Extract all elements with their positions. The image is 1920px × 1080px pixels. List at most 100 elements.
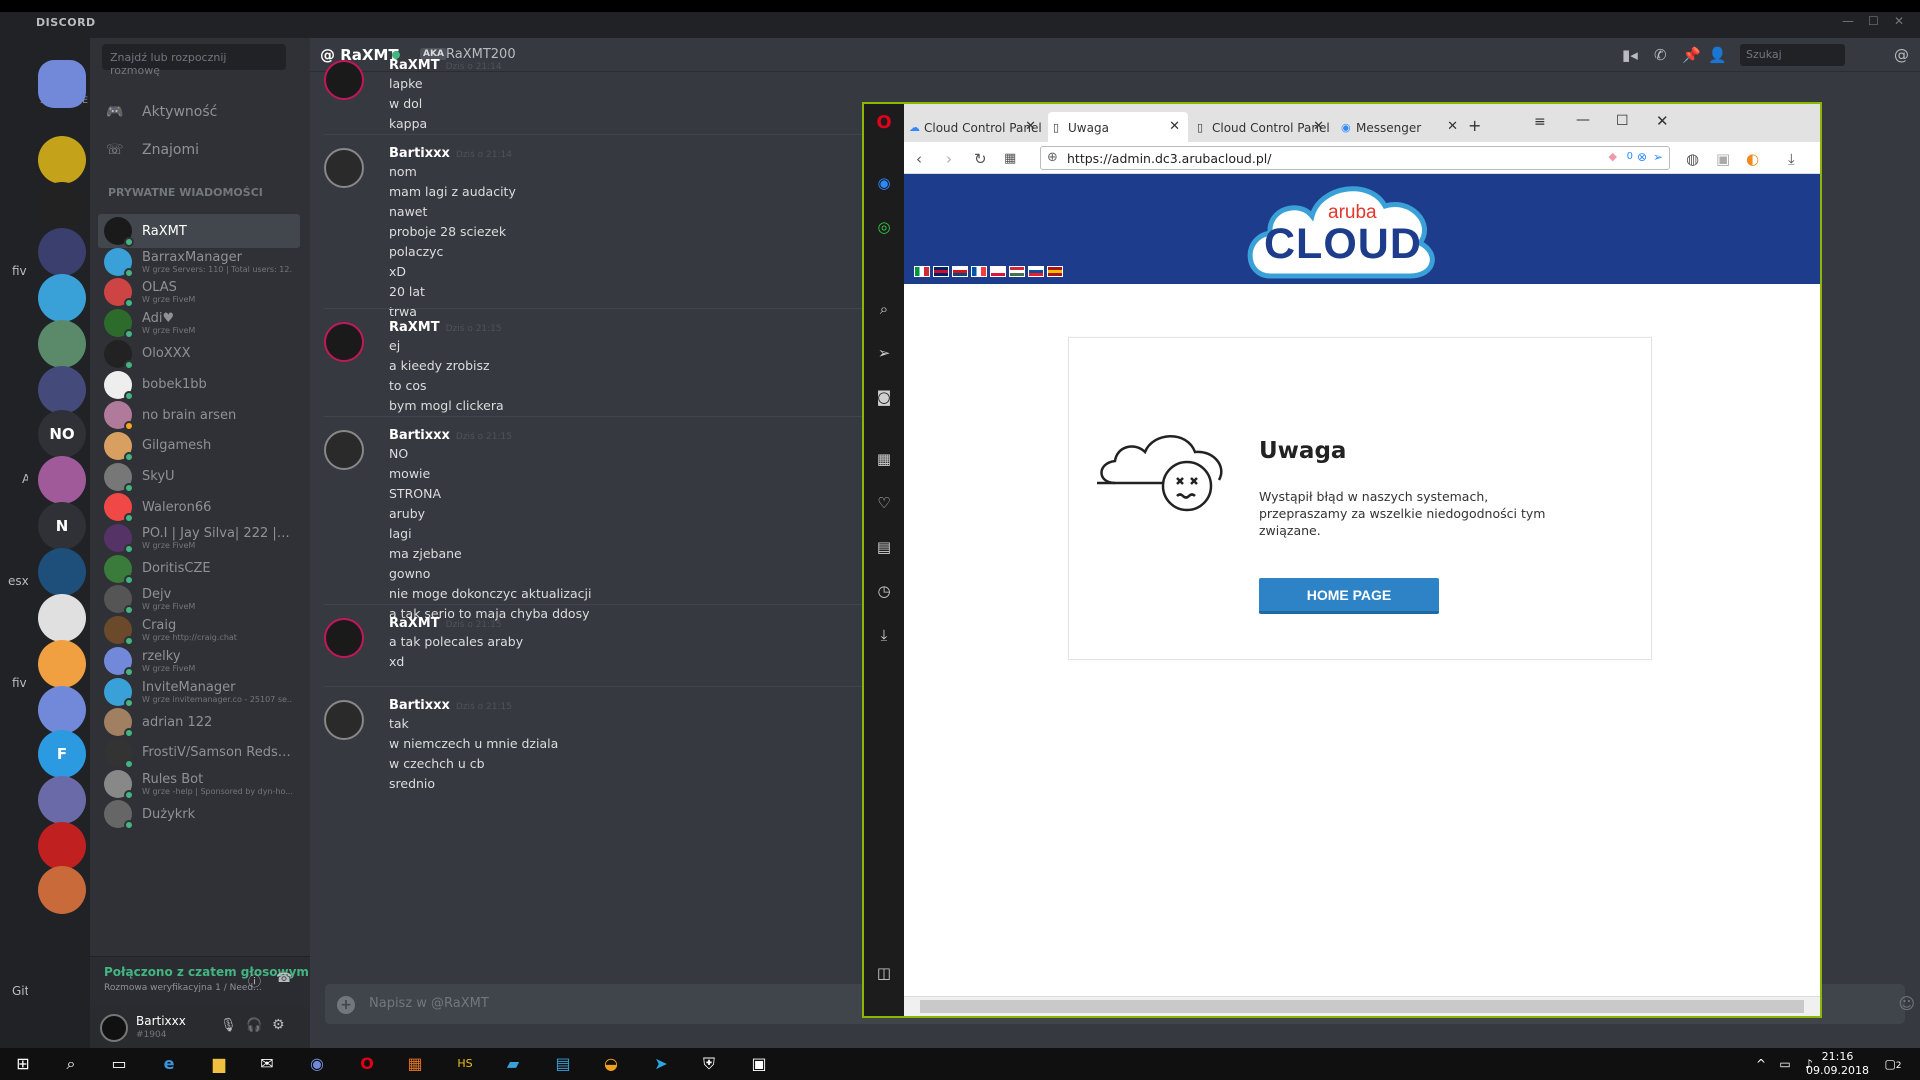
send-icon[interactable]: ➢ bbox=[874, 344, 894, 364]
mention-icon[interactable]: @ bbox=[1894, 46, 1909, 64]
dm-item[interactable]: Gilgamesh bbox=[98, 429, 300, 463]
server-icon[interactable]: NO bbox=[38, 410, 86, 458]
art-server[interactable] bbox=[38, 456, 86, 504]
extension2-icon[interactable]: ▣ bbox=[1716, 150, 1730, 168]
upload-plus-icon[interactable]: + bbox=[337, 996, 355, 1014]
dm-item[interactable]: DoritisCZE bbox=[98, 552, 300, 586]
message-author[interactable]: RaXMT Dziś o 21:14 bbox=[389, 58, 502, 73]
window-maximize-button[interactable]: ☐ bbox=[1616, 113, 1629, 129]
author-name[interactable]: RaXMT bbox=[389, 320, 440, 335]
dm-item[interactable]: Adi♥ W grze FiveM bbox=[98, 306, 300, 340]
emoji-icon[interactable]: ☺ bbox=[1898, 994, 1915, 1013]
speed-dial-icon[interactable]: ▦ bbox=[874, 450, 894, 470]
forward-icon[interactable]: › bbox=[946, 150, 952, 168]
edge-icon[interactable]: e bbox=[158, 1053, 180, 1075]
news-icon[interactable]: ▤ bbox=[874, 538, 894, 558]
opera-taskbar-icon[interactable]: O bbox=[356, 1053, 378, 1075]
robot2-server[interactable] bbox=[38, 776, 86, 824]
add-friend-icon[interactable]: 👤 bbox=[1708, 46, 1727, 64]
heart-icon[interactable]: ♡ bbox=[874, 494, 894, 514]
dm-item[interactable]: OLAS W grze FiveM bbox=[98, 275, 300, 309]
dm-item[interactable]: FrostiV/Samson Redson... bbox=[98, 736, 300, 770]
browser-tab[interactable]: ▯Cloud Control Panel - A✕ bbox=[1192, 112, 1332, 142]
message-avatar[interactable] bbox=[324, 618, 364, 658]
author-name[interactable]: RaXMT bbox=[389, 616, 440, 631]
message-author[interactable]: Bartixxx Dziś o 21:14 bbox=[389, 146, 512, 161]
robot-icon[interactable] bbox=[38, 274, 86, 322]
flag-hu-icon[interactable] bbox=[1009, 266, 1025, 277]
discord-taskbar-icon[interactable]: ◉ bbox=[306, 1053, 328, 1075]
portrait-server[interactable] bbox=[38, 866, 86, 914]
dm-item[interactable]: Craig W grze http://craig.chat bbox=[98, 613, 300, 647]
notification-icon[interactable]: ▢2 bbox=[1882, 1053, 1904, 1075]
message-avatar[interactable] bbox=[324, 148, 364, 188]
flag-gb-icon[interactable] bbox=[933, 266, 949, 277]
extension3-icon[interactable]: ◐ bbox=[1746, 150, 1759, 168]
download-icon[interactable]: ⤓ bbox=[1788, 150, 1795, 168]
extension-icon[interactable]: ◆ bbox=[1609, 150, 1617, 163]
message-avatar[interactable] bbox=[324, 322, 364, 362]
scrollbar-thumb[interactable] bbox=[920, 1000, 1804, 1013]
message-avatar[interactable] bbox=[324, 700, 364, 740]
tab-menu-icon[interactable]: ≡ bbox=[1534, 114, 1546, 130]
flag-cz-icon[interactable] bbox=[952, 266, 968, 277]
network-icon[interactable]: ▤ bbox=[552, 1053, 574, 1075]
tab-close-icon[interactable]: ✕ bbox=[1313, 119, 1324, 134]
video-call-icon[interactable]: ▮◂ bbox=[1622, 46, 1638, 64]
file-explorer-icon[interactable]: ▆ bbox=[208, 1053, 230, 1075]
shield-icon[interactable]: ⛨ bbox=[698, 1053, 720, 1075]
sunset-server[interactable] bbox=[38, 640, 86, 688]
tab-close-icon[interactable]: ✕ bbox=[1447, 119, 1458, 134]
opera-logo-icon[interactable]: O bbox=[874, 112, 894, 133]
flag-es-icon[interactable] bbox=[1047, 266, 1063, 277]
cheshire-icon[interactable] bbox=[38, 320, 86, 368]
author-name[interactable]: RaXMT bbox=[389, 58, 440, 73]
search-icon[interactable]: ⌕ bbox=[60, 1053, 82, 1075]
reload-icon[interactable]: ↻ bbox=[974, 150, 987, 168]
whatsapp-icon[interactable]: ◎ bbox=[874, 218, 894, 238]
server-icon[interactable]: N bbox=[38, 502, 86, 550]
author-name[interactable]: Bartixxx bbox=[389, 428, 450, 443]
message-avatar[interactable] bbox=[324, 430, 364, 470]
send-icon[interactable]: ➢ bbox=[1653, 150, 1663, 164]
pin-icon[interactable]: 📌 bbox=[1682, 46, 1701, 64]
camera-icon[interactable]: ◙ bbox=[874, 388, 894, 408]
telegram-icon[interactable]: ➤ bbox=[650, 1053, 672, 1075]
app2-icon[interactable]: ◒ bbox=[600, 1053, 622, 1075]
dm-item[interactable]: InviteManager W grze invitemanager.co - 2… bbox=[98, 675, 300, 709]
dm-item[interactable]: adrian 122 bbox=[98, 705, 300, 739]
dm-search-input[interactable]: Znajdź lub rozpocznij rozmowę bbox=[102, 44, 286, 77]
dm-item[interactable]: BarraxManager W grze Servers: 110 | Total… bbox=[98, 245, 300, 279]
flag-it-icon[interactable] bbox=[914, 266, 930, 277]
sidebar-toggle-icon[interactable]: ◫ bbox=[874, 964, 894, 984]
dm-item[interactable]: PO.I | Jay Silva| 222 | Póki W grze FiveM bbox=[98, 521, 300, 555]
hearthstone-icon[interactable]: HS bbox=[454, 1053, 476, 1075]
dm-item[interactable]: Dużykrk bbox=[98, 797, 300, 831]
horizontal-scrollbar[interactable] bbox=[904, 996, 1820, 1016]
speed-dial-icon[interactable]: ▦ bbox=[1004, 151, 1016, 166]
dm-item[interactable]: Waleron66 bbox=[98, 490, 300, 524]
adblock-icon[interactable]: ⊗ bbox=[1637, 150, 1647, 164]
flag-pl-icon[interactable] bbox=[990, 266, 1006, 277]
disconnect-icon[interactable]: ☎ bbox=[276, 971, 292, 986]
close-button[interactable]: ✕ bbox=[1894, 14, 1904, 28]
tab-close-icon[interactable]: ✕ bbox=[1025, 119, 1036, 134]
raxmt-server[interactable] bbox=[38, 228, 86, 276]
dm-item[interactable]: bobek1bb bbox=[98, 368, 300, 402]
app-icon[interactable]: ▰ bbox=[502, 1053, 524, 1075]
voice-call-icon[interactable]: ✆ bbox=[1654, 46, 1667, 64]
home-page-button[interactable]: HOME PAGE bbox=[1259, 578, 1439, 614]
app3-icon[interactable]: ▣ bbox=[748, 1053, 770, 1075]
dm-item[interactable]: no brain arsen bbox=[98, 398, 300, 432]
browser-tab[interactable]: ▯ Uwaga ✕ bbox=[1048, 112, 1188, 142]
url-input[interactable]: ⊕ https://admin.dc3.arubacloud.pl/ ◆ 0 ⊗… bbox=[1040, 146, 1670, 170]
network-tray-icon[interactable]: ▭ bbox=[1774, 1053, 1796, 1075]
windows-start-icon[interactable]: ⊞ bbox=[12, 1053, 34, 1075]
message-author[interactable]: Bartixxx Dziś o 21:15 bbox=[389, 698, 512, 713]
dm-item[interactable]: Dejv W grze FiveM bbox=[98, 582, 300, 616]
chat-search-input[interactable]: Szukaj bbox=[1740, 44, 1845, 66]
abstract-server[interactable] bbox=[38, 366, 86, 414]
search-icon[interactable]: ⌕ bbox=[874, 300, 894, 320]
message-author[interactable]: RaXMT Dziś o 21:15 bbox=[389, 616, 502, 631]
settings-icon[interactable]: ⚙ bbox=[272, 1017, 285, 1033]
